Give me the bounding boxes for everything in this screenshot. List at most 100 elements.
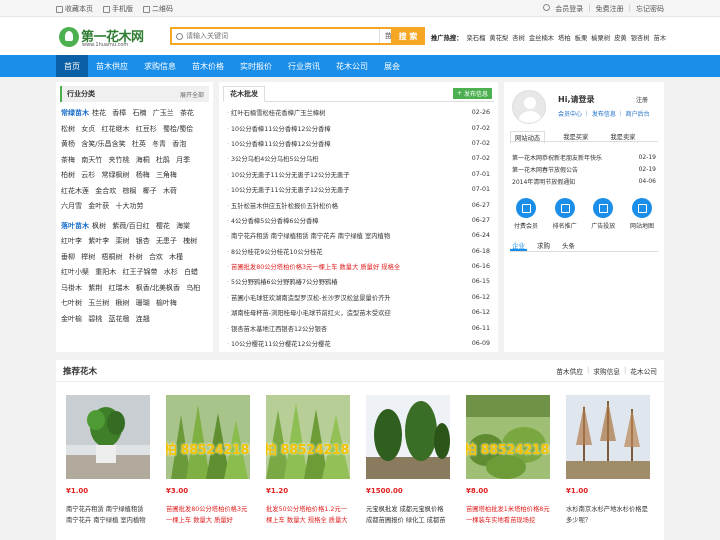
category-item[interactable]: 广玉兰 bbox=[153, 109, 174, 117]
list-item[interactable]: 10公分香樟11公分香樟12公分香樟 07-02 bbox=[227, 120, 490, 135]
category-item[interactable]: 木荷 bbox=[163, 187, 177, 195]
category-item[interactable]: 海桐 bbox=[136, 156, 150, 164]
category-item[interactable]: 蓝花楹 bbox=[108, 315, 129, 323]
list-item[interactable]: 10公分无患子11公分无患子12公分无患子 07-01 bbox=[227, 167, 490, 182]
list-item[interactable]: 3公分乌桕4公分乌桕5公分乌桕 07-02 bbox=[227, 151, 490, 166]
category-item[interactable]: 女贞 bbox=[81, 125, 95, 133]
hot-word[interactable]: 杏树 bbox=[512, 33, 525, 42]
category-item[interactable]: 三角梅 bbox=[156, 171, 177, 179]
category-item[interactable]: 无患子 bbox=[156, 237, 177, 245]
category-item[interactable]: 六月雪 bbox=[61, 202, 82, 210]
category-item[interactable]: 金叶榆 bbox=[61, 315, 82, 323]
list-item[interactable]: 10公分无患子11公分无患子12公分无患子 07-01 bbox=[227, 182, 490, 197]
tab-headlines[interactable]: 头条 bbox=[560, 240, 577, 251]
category-item[interactable]: 柏树 bbox=[61, 171, 75, 179]
category-item[interactable]: 香樟 bbox=[112, 109, 126, 117]
list-item[interactable]: 南宁花卉租赁 南宁绿植租赁 南宁花卉 南宁绿植 室内植物 06-24 bbox=[227, 228, 490, 243]
category-item[interactable]: 七叶树 bbox=[61, 299, 82, 307]
expand-all-link[interactable]: 展开全部 bbox=[180, 90, 204, 99]
search-input[interactable] bbox=[186, 29, 379, 43]
category-group-title[interactable]: 落叶苗木 bbox=[61, 222, 89, 230]
tab-companies[interactable]: 企业 bbox=[510, 240, 527, 251]
tab-purchase[interactable]: 求购 bbox=[535, 240, 552, 251]
category-item[interactable]: 紫薇/百日红 bbox=[112, 222, 149, 230]
category-item[interactable]: 木槿 bbox=[169, 253, 183, 261]
category-item[interactable]: 槐树 bbox=[183, 237, 197, 245]
search-button[interactable]: 搜 索 bbox=[391, 27, 425, 45]
hot-word[interactable]: 皮黄 bbox=[614, 33, 627, 42]
category-item[interactable]: 紫叶李 bbox=[88, 237, 109, 245]
recommend-link-companies[interactable]: 花木公司 bbox=[630, 366, 657, 376]
hot-word[interactable]: 板栗 bbox=[575, 33, 588, 42]
category-item[interactable]: 红豆杉 bbox=[136, 125, 157, 133]
category-item[interactable]: 杜英 bbox=[132, 140, 146, 148]
list-item[interactable]: 8公分桂花9公分桂花10公分桂花 06-18 bbox=[227, 244, 490, 259]
nav-quotes[interactable]: 实时报价 bbox=[232, 55, 280, 77]
quick-ranking[interactable]: 排名推广 bbox=[549, 198, 581, 230]
category-item[interactable]: 重阳木 bbox=[95, 268, 116, 276]
hot-word[interactable]: 银杏树 bbox=[631, 33, 650, 42]
list-item[interactable]: 湖南桂母杯苗-浏阳桂母小毛球节前红火，造型苗木受欢迎 06-12 bbox=[227, 305, 490, 320]
list-item[interactable]: 苗圃小毛球狂欢湖南造型罗汉松-长沙罗汉松盆景量价齐升 06-12 bbox=[227, 290, 490, 305]
nav-supply[interactable]: 苗木供应 bbox=[88, 55, 136, 77]
product-card[interactable]: 柏 885242188 ¥1.20 批发50公分塔柏价格1.2元一棵上车 数量大 规… bbox=[266, 395, 350, 526]
product-name[interactable]: 元宝枫批发 成都元宝枫价格 成都苗圃报价 绿化工 成都苗木价 bbox=[366, 504, 450, 526]
category-item[interactable]: 红花继木 bbox=[101, 125, 129, 133]
product-image[interactable] bbox=[566, 395, 650, 479]
list-item[interactable]: 10公分香樟11公分香樟12公分香樟 07-02 bbox=[227, 136, 490, 151]
site-logo[interactable]: 第一花木网 www.1huamu.com bbox=[59, 26, 159, 50]
product-name[interactable]: 批发50公分塔柏价格1.2元一棵上车 数量大 规格全 质量大 bbox=[266, 504, 350, 526]
user-links[interactable]: 会员中心 ｜ 发布信息 ｜ 商户后台 bbox=[558, 109, 650, 118]
recommend-link-supply[interactable]: 苗木供应 bbox=[556, 366, 583, 376]
category-item[interactable]: 常绿枫树 bbox=[101, 171, 129, 179]
category-item[interactable]: 楸树 bbox=[115, 299, 129, 307]
list-item[interactable]: 银杏苗木基地江西银杏12公分银杏 06-11 bbox=[227, 320, 490, 335]
quick-sitemap[interactable]: 网站地图 bbox=[626, 198, 658, 230]
category-item[interactable]: 红王子锦带 bbox=[122, 268, 157, 276]
hot-word[interactable]: 金丝楠木 bbox=[529, 33, 554, 42]
nav-companies[interactable]: 花木公司 bbox=[328, 55, 376, 77]
product-image[interactable]: 柏 885242188 bbox=[466, 395, 550, 479]
hot-word[interactable]: 榆栗树 bbox=[591, 33, 610, 42]
list-item[interactable]: 红叶石楠雪松桂花香樟广玉兰樟树 02-26 bbox=[227, 105, 490, 120]
category-item[interactable]: 合欢 bbox=[149, 253, 163, 261]
product-name[interactable]: 南宁花卉租赁 南宁绿植租赁 南宁花卉 南宁绿植 室内植物 bbox=[66, 504, 150, 526]
nav-home[interactable]: 首页 bbox=[56, 55, 88, 77]
category-item[interactable]: 南天竹 bbox=[81, 156, 102, 164]
register-button[interactable]: 注册 bbox=[636, 95, 648, 104]
bookmark-label[interactable]: 收藏本页 bbox=[65, 4, 93, 14]
category-item[interactable]: 乌桕 bbox=[186, 284, 200, 292]
product-image[interactable]: 柏 885242188 bbox=[266, 395, 350, 479]
category-item[interactable]: 玉兰树 bbox=[88, 299, 109, 307]
category-item[interactable]: 椰子 bbox=[143, 187, 157, 195]
category-group-title[interactable]: 常绿苗木 bbox=[61, 109, 89, 117]
category-item[interactable]: 珊瑚 bbox=[136, 299, 150, 307]
category-item[interactable]: 榉树 bbox=[81, 253, 95, 261]
category-item[interactable]: 朴树 bbox=[129, 253, 143, 261]
category-item[interactable]: 榆叶梅 bbox=[156, 299, 177, 307]
product-card[interactable]: 柏 885242188 ¥3.00 苗圃批发80公分塔柏价格3元一棵上车 数量大 质… bbox=[166, 395, 250, 526]
product-card[interactable]: ¥1500.00 元宝枫批发 成都元宝枫价格 成都苗圃报价 绿化工 成都苗木价 bbox=[366, 395, 450, 526]
product-card[interactable]: 柏 885242188 ¥8.00 苗圃塔柏批发1米塔柏价格8元一棵装车实地看苗现场… bbox=[466, 395, 550, 526]
category-item[interactable]: 含笑/乐昌含笑 bbox=[81, 140, 125, 148]
list-item[interactable]: 2014年清明节放假通知 04-06 bbox=[512, 175, 656, 187]
product-image[interactable] bbox=[66, 395, 150, 479]
tab-buyer[interactable]: 我是买家 bbox=[559, 131, 592, 144]
list-item[interactable]: 第一花木网春节放假公告 02-19 bbox=[512, 163, 656, 175]
category-item[interactable]: 银杏 bbox=[136, 237, 150, 245]
quick-ads[interactable]: 广告投放 bbox=[587, 198, 619, 230]
category-item[interactable]: 杨梅 bbox=[136, 171, 150, 179]
category-item[interactable]: 枫香/北美枫香 bbox=[136, 284, 180, 292]
nav-prices[interactable]: 苗木价格 bbox=[184, 55, 232, 77]
category-item[interactable]: 十大功劳 bbox=[115, 202, 143, 210]
product-card[interactable]: ¥1.00 南宁花卉租赁 南宁绿植租赁 南宁花卉 南宁绿植 室内植物 bbox=[66, 395, 150, 526]
category-item[interactable]: 马褂木 bbox=[61, 284, 82, 292]
bookmark-link[interactable]: 收藏本页 bbox=[56, 4, 93, 14]
category-item[interactable]: 黄杨 bbox=[61, 140, 75, 148]
register-link[interactable]: 免费注册 bbox=[596, 4, 624, 14]
product-name[interactable]: 水杉南京水杉产地水杉价格是多少呢？ bbox=[566, 504, 650, 526]
category-item[interactable]: 栾树 bbox=[115, 237, 129, 245]
list-item[interactable]: 10公分樱花11公分樱花12公分樱花 06-09 bbox=[227, 336, 490, 351]
nav-purchase[interactable]: 求购信息 bbox=[136, 55, 184, 77]
category-item[interactable]: 垂柳 bbox=[61, 253, 75, 261]
